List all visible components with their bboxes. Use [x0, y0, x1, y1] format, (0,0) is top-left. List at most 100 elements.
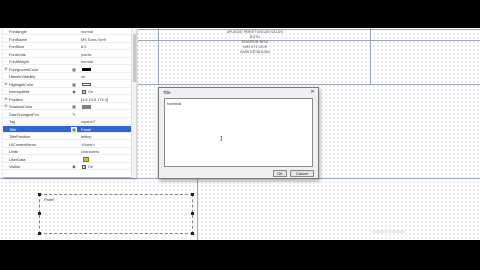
resize-handle[interactable]: [38, 193, 41, 196]
property-value[interactable]: normal: [81, 59, 93, 64]
array-editor-icon[interactable]: [83, 156, 89, 162]
scrollbar-thumb[interactable]: [132, 34, 137, 82]
color-swatch[interactable]: [82, 67, 91, 71]
resize-handle[interactable]: [38, 212, 41, 215]
property-value: On: [88, 89, 94, 95]
property-row[interactable]: ⊞ Position [4.8 19.8 174.3]: [3, 96, 136, 103]
property-row[interactable]: FontAngle normal ✎: [3, 28, 136, 36]
property-name: FontName: [9, 36, 28, 42]
cancel-button[interactable]: Cancel: [290, 170, 314, 177]
property-value: On: [88, 164, 94, 170]
text-cursor-icon: I: [220, 136, 223, 143]
guide-line: [138, 29, 480, 30]
property-row[interactable]: Visible ◉ ✓ On: [3, 163, 136, 171]
title-text-value: Nominal: [167, 101, 182, 106]
guide-line: [197, 178, 198, 240]
property-name: FontAngle: [9, 29, 27, 35]
property-scrollbar[interactable]: [131, 28, 137, 178]
property-row-selected[interactable]: Title ▦ Panel ✎: [3, 125, 136, 133]
resize-handle[interactable]: [191, 232, 194, 235]
property-row[interactable]: Tag uipanel7 ✎: [3, 118, 136, 126]
dialog-title: Title: [163, 90, 171, 95]
property-name: Units: [9, 149, 18, 155]
property-value[interactable]: [4.8 19.8 174.3]: [81, 97, 108, 102]
letterbox-bottom: [0, 240, 480, 270]
property-inspector: FontAngle normal ✎ FontName MS Sans Seri…: [3, 28, 137, 178]
property-name: Position: [9, 96, 23, 102]
resize-handle[interactable]: [191, 193, 194, 196]
property-value[interactable]: lefttop: [81, 134, 92, 139]
ok-button[interactable]: OK: [273, 170, 287, 177]
property-row[interactable]: SizeChangedFcn ✎ ✎: [3, 111, 136, 118]
close-icon[interactable]: ✕: [308, 89, 317, 96]
activation-watermark: Activate Windows: [372, 229, 406, 234]
property-name: Interruptible: [9, 89, 30, 95]
palette-icon[interactable]: ▦: [71, 82, 77, 87]
panel-title: Panel: [44, 197, 54, 202]
property-value[interactable]: Panel: [81, 127, 91, 132]
expand-icon[interactable]: ⊞: [5, 82, 8, 86]
palette-icon[interactable]: ▦: [71, 104, 77, 109]
property-value[interactable]: 8.0: [81, 44, 86, 49]
property-row[interactable]: UserData: [3, 156, 136, 163]
property-name: TitlePosition: [9, 134, 31, 140]
property-value[interactable]: on: [81, 74, 85, 79]
header-line: KAMI KETAHUAN: [240, 49, 270, 54]
property-row[interactable]: Units characters ✎: [3, 148, 136, 156]
title-text-area[interactable]: Nominal I: [164, 98, 313, 167]
color-swatch[interactable]: [82, 105, 91, 109]
property-name: FontWeight: [9, 59, 29, 65]
property-value[interactable]: MS Sans Serif: [81, 37, 106, 42]
palette-icon[interactable]: ▦: [71, 67, 77, 72]
toggle-icon[interactable]: ◉: [71, 164, 77, 169]
uipanel-selection[interactable]: [39, 194, 193, 234]
property-value[interactable]: <None>: [81, 142, 95, 147]
property-row[interactable]: TitlePosition lefttop ✎: [3, 133, 136, 141]
property-row[interactable]: Interruptible ◉ ✓ On: [3, 88, 136, 96]
property-name: FontSize: [9, 44, 25, 50]
property-value[interactable]: characters: [81, 149, 99, 154]
property-name: Tag: [9, 119, 16, 125]
grid-button-icon[interactable]: ▦: [71, 126, 77, 132]
property-name: ShadowColor: [9, 104, 33, 110]
resize-handle[interactable]: [191, 212, 194, 215]
guide-line: [158, 28, 159, 84]
guide-line: [138, 40, 480, 41]
expand-icon[interactable]: ⊞: [5, 104, 8, 108]
checkbox[interactable]: ✓: [82, 164, 86, 169]
title-dialog: Title ✕ Nominal I OK Cancel: [158, 87, 319, 179]
toggle-icon[interactable]: ◉: [71, 89, 77, 94]
property-value[interactable]: normal: [81, 29, 93, 34]
property-name: ForegroundColor: [9, 66, 39, 72]
property-row[interactable]: FontSize 8.0 ✎: [3, 43, 136, 51]
property-row[interactable]: HandleVisibility on ✎: [3, 73, 136, 81]
property-row[interactable]: FontWeight normal ✎: [3, 58, 136, 66]
property-name: HandleVisibility: [9, 74, 36, 80]
letterbox-top: [0, 0, 480, 28]
property-name: Visible: [9, 164, 21, 170]
property-value[interactable]: uipanel7: [81, 119, 96, 124]
screen: APLIKASI PERHITUNGAN SALDO BUTH KHAIRUN …: [0, 0, 480, 270]
property-row[interactable]: FontName MS Sans Serif ✎: [3, 36, 136, 43]
guide-line: [138, 84, 480, 85]
resize-handle[interactable]: [38, 232, 41, 235]
checkbox[interactable]: ✓: [82, 89, 86, 94]
expand-icon[interactable]: ⊞: [5, 97, 8, 101]
property-name: UIContextMenu: [9, 141, 37, 147]
callback-icon[interactable]: ✎: [71, 112, 77, 117]
property-name: UserData: [9, 156, 26, 162]
color-swatch[interactable]: [82, 82, 91, 86]
property-row[interactable]: ⊞ HighlightColor ▦: [3, 81, 136, 88]
property-name: Title: [9, 126, 17, 132]
property-value[interactable]: points: [81, 52, 91, 57]
property-name: HighlightColor: [9, 81, 34, 87]
form-header-text: APLIKASI PERHITUNGAN SALDO BUTH KHAIRUN …: [215, 30, 295, 55]
expand-icon[interactable]: ⊞: [5, 67, 8, 71]
property-name: FontUnits: [9, 51, 26, 57]
property-row[interactable]: FontUnits points ✎: [3, 51, 136, 58]
property-name: SizeChangedFcn: [9, 111, 39, 117]
guide-line: [370, 28, 371, 84]
property-row[interactable]: UIContextMenu <None> ✎: [3, 141, 136, 148]
property-row[interactable]: ⊞ ShadowColor ▦: [3, 103, 136, 111]
property-row[interactable]: ⊞ ForegroundColor ▦: [3, 66, 136, 73]
